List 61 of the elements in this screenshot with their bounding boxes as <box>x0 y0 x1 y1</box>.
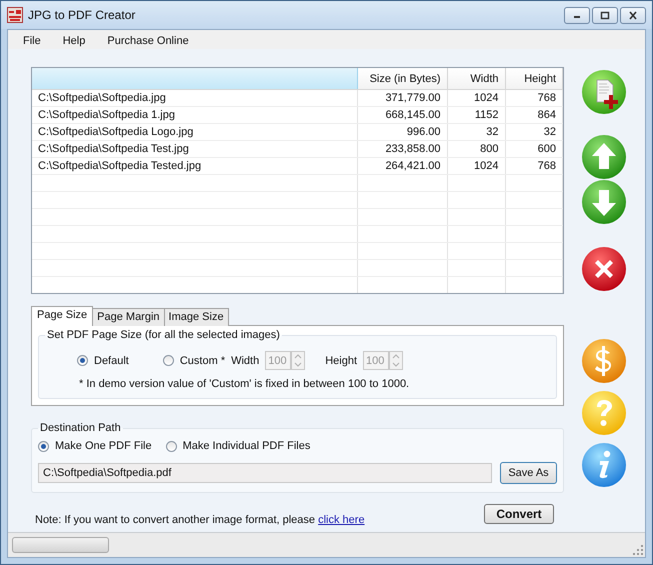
note-text: Note: If you want to convert another image format, please click here <box>35 514 365 526</box>
field-label: Width <box>231 354 260 366</box>
table-cell: C:\Softpedia\Softpedia.jpg <box>32 90 357 106</box>
radio-button[interactable] <box>38 440 49 452</box>
group-title: Destination Path <box>39 422 122 434</box>
table-cell: C:\Softpedia\Softpedia 1.jpg <box>32 106 357 124</box>
click-here-link[interactable]: click here <box>318 514 365 526</box>
maximize-icon <box>599 10 611 21</box>
table-cell: 1024 <box>447 158 505 174</box>
table-cell: 800 <box>447 140 505 158</box>
column-header[interactable]: Size (in Bytes) <box>357 68 447 90</box>
table-cell: 371,779.00 <box>357 90 447 106</box>
table-cell: 1024 <box>447 90 505 106</box>
close-button[interactable] <box>620 7 646 24</box>
table-cell: C:\Softpedia\Softpedia Test.jpg <box>32 140 357 158</box>
option-label: Make Individual PDF Files <box>182 440 310 452</box>
table-cell: 32 <box>447 124 505 140</box>
table-cell: 264,421.00 <box>357 158 447 174</box>
option-label: Default <box>94 354 129 366</box>
radio-button[interactable] <box>162 355 174 366</box>
table-cell: C:\Softpedia\Softpedia Tested.jpg <box>32 158 357 174</box>
resize-grip-icon[interactable] <box>633 545 643 555</box>
delete-icon[interactable] <box>581 246 627 292</box>
app-logo-icon <box>7 7 23 23</box>
menu-item[interactable]: File <box>22 34 42 46</box>
table-cell: 668,145.00 <box>357 106 447 124</box>
tab[interactable]: Image Size <box>164 308 229 326</box>
path-field[interactable]: C:\Softpedia\Softpedia.pdf <box>38 463 492 483</box>
radio-button[interactable] <box>166 440 177 452</box>
tab[interactable]: Page Size <box>31 306 94 326</box>
option-label: Make One PDF File <box>55 440 152 452</box>
save-as-button[interactable]: Save As <box>500 462 557 484</box>
minimize-button[interactable] <box>564 7 590 24</box>
group-title: Set PDF Page Size (for all the selected images) <box>46 329 281 341</box>
table-cell: 996.00 <box>357 124 447 140</box>
add-file-icon[interactable] <box>581 69 627 115</box>
radio-button[interactable] <box>77 355 88 366</box>
column-header[interactable]: Height <box>505 68 562 90</box>
spinner-arrows-icon[interactable] <box>389 351 404 370</box>
window-title: JPG to PDF Creator <box>28 8 136 22</box>
info-icon[interactable] <box>581 442 627 488</box>
table-cell: 768 <box>505 90 562 106</box>
demo-note: * In demo version value of 'Custom' is fixed in between 100 to 1000. <box>79 378 410 390</box>
table-cell: C:\Softpedia\Softpedia Logo.jpg <box>32 124 357 140</box>
table-cell: 600 <box>505 140 562 158</box>
option-label: Custom * <box>180 354 226 366</box>
spinner-arrows-icon[interactable] <box>291 351 306 370</box>
table-cell: 1152 <box>447 106 505 124</box>
close-icon <box>627 10 639 21</box>
dollar-icon[interactable] <box>581 338 627 384</box>
table-cell: 864 <box>505 106 562 124</box>
menu-item[interactable]: Help <box>62 34 86 46</box>
table-cell: 768 <box>505 158 562 174</box>
table-cell: 233,858.00 <box>357 140 447 158</box>
column-header[interactable]: Width <box>447 68 505 90</box>
menu-item[interactable]: Purchase Online <box>106 34 190 46</box>
tab[interactable]: Page Margin <box>92 308 165 326</box>
field-label: Height <box>325 354 358 366</box>
table-cell: 32 <box>505 124 562 140</box>
convert-button[interactable]: Convert <box>484 504 554 524</box>
maximize-button[interactable] <box>592 7 618 24</box>
